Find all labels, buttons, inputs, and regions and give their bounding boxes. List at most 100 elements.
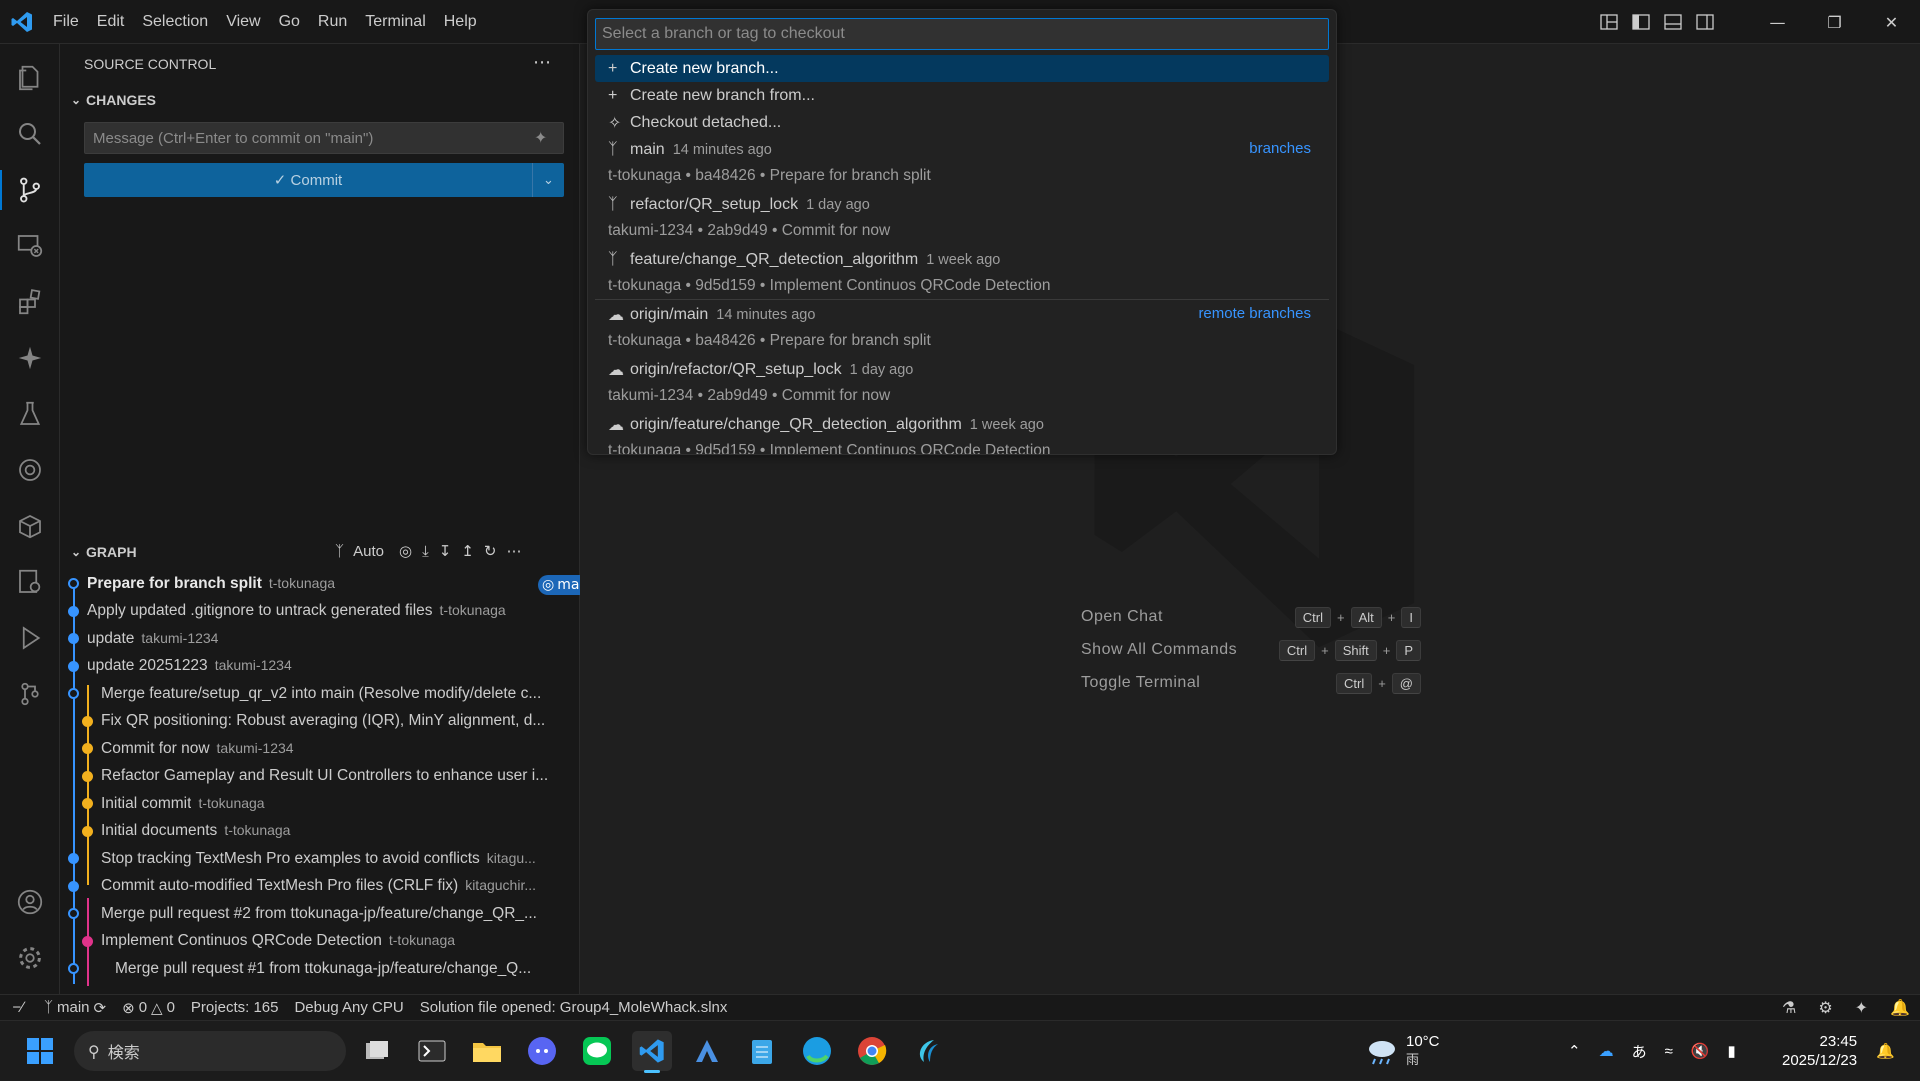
- toggle-secondary-sidebar-icon[interactable]: [1689, 6, 1721, 38]
- search-icon[interactable]: [0, 106, 60, 162]
- chrome-icon[interactable]: [852, 1031, 892, 1071]
- menu-edit[interactable]: Edit: [88, 13, 134, 31]
- shortcut-hint[interactable]: Show All Commands Ctrl + Shift + P: [1081, 638, 1421, 662]
- extensions-icon[interactable]: [0, 274, 60, 330]
- menu-file[interactable]: File: [44, 13, 88, 31]
- more-actions-icon[interactable]: ⋯: [533, 52, 551, 73]
- run-debug-icon[interactable]: [0, 610, 60, 666]
- graph-commit-row[interactable]: Merge pull request #2 from ttokunaga-jp/…: [60, 900, 580, 927]
- volume-muted-icon[interactable]: 🔇: [1691, 1042, 1710, 1060]
- graph-commit-row[interactable]: Merge feature/setup_qr_v2 into main (Res…: [60, 680, 580, 707]
- graph-commit-row[interactable]: Organize documents徳永 拓実 0723(L): [60, 983, 580, 987]
- close-icon[interactable]: ✕: [1863, 0, 1920, 44]
- graph-commit-row[interactable]: Fix QR positioning: Robust averaging (IQ…: [60, 708, 580, 735]
- refresh-icon[interactable]: ↻: [479, 542, 502, 560]
- graph-commit-row[interactable]: Merge pull request #1 from ttokunaga-jp/…: [60, 955, 580, 982]
- fetch-icon[interactable]: ⤓: [417, 543, 434, 560]
- notepad-icon[interactable]: [742, 1031, 782, 1071]
- show-hidden-icons-chevron-icon[interactable]: ⌃: [1568, 1042, 1581, 1060]
- generate-message-sparkle-icon[interactable]: ✦: [534, 128, 547, 147]
- toggle-panel-icon[interactable]: [1657, 6, 1689, 38]
- graph-commit-row[interactable]: Commit auto-modified TextMesh Pro files …: [60, 873, 580, 900]
- remote-indicator[interactable]: −∕: [0, 999, 36, 1016]
- clock[interactable]: 23:45 2025/12/23: [1782, 1021, 1857, 1081]
- notification-center-icon[interactable]: 🔔: [1876, 1021, 1895, 1081]
- branch-status[interactable]: ᛉ main ⟳: [36, 999, 114, 1017]
- graph-commit-row[interactable]: Initial documents t-tokunaga: [60, 818, 580, 845]
- source-control-icon[interactable]: [0, 162, 60, 218]
- graph-more-icon[interactable]: ⋯: [502, 542, 527, 560]
- toggle-sidebar-icon[interactable]: [1625, 6, 1657, 38]
- extension-status-icon[interactable]: ⚙: [1818, 998, 1832, 1018]
- pull-icon[interactable]: ↧: [434, 542, 457, 560]
- copilot-status-icon[interactable]: ⚗: [1782, 998, 1796, 1018]
- vscode-taskbar-icon[interactable]: [632, 1031, 672, 1073]
- graph-section-header[interactable]: ⌄ GRAPH: [66, 544, 137, 560]
- menu-selection[interactable]: Selection: [133, 13, 217, 31]
- accounts-icon[interactable]: [0, 874, 60, 930]
- app-wave-icon[interactable]: [907, 1031, 947, 1071]
- graph-commit-row[interactable]: Commit for now takumi-1234: [60, 735, 580, 762]
- package-icon[interactable]: [0, 498, 60, 554]
- openai-icon[interactable]: [0, 442, 60, 498]
- battery-icon[interactable]: ▮: [1728, 1042, 1736, 1060]
- graph-commit-row[interactable]: Prepare for branch split t-tokunaga: [60, 570, 580, 597]
- explorer-icon[interactable]: [0, 50, 60, 106]
- testing-flask-icon[interactable]: [0, 386, 60, 442]
- weather-widget[interactable]: 10°C 雨: [1366, 1021, 1440, 1081]
- discord-icon[interactable]: [522, 1031, 562, 1071]
- menu-help[interactable]: Help: [435, 13, 486, 31]
- terminal-icon[interactable]: [412, 1031, 452, 1071]
- gitlens-icon[interactable]: [0, 666, 60, 722]
- quick-pick-input[interactable]: [595, 18, 1329, 50]
- arc-launcher-icon[interactable]: [687, 1031, 727, 1071]
- restore-icon[interactable]: ❐: [1806, 0, 1863, 44]
- windows-start-icon[interactable]: [20, 1031, 60, 1071]
- branch-item[interactable]: ᛉ refactor/QR_setup_lock 1 day ago takumi-1…: [595, 191, 1329, 244]
- menu-terminal[interactable]: Terminal: [356, 13, 434, 31]
- remote-branch-item[interactable]: ☁ origin/feature/change_QR_detection_algo…: [595, 411, 1329, 455]
- graph-commit-row[interactable]: update 20251223 takumi-1234: [60, 653, 580, 680]
- create-branch-from-item[interactable]: + Create new branch from...: [595, 82, 1329, 109]
- graph-commit-row[interactable]: Stop tracking TextMesh Pro examples to a…: [60, 845, 580, 872]
- remote-explorer-icon[interactable]: [0, 218, 60, 274]
- branch-item[interactable]: ᛉ feature/change_QR_detection_algorithm 1 …: [595, 246, 1329, 299]
- commit-message-input[interactable]: [84, 122, 564, 154]
- changes-section-header[interactable]: ⌄ CHANGES: [66, 92, 156, 108]
- commit-button[interactable]: ✓ Commit ⌄: [84, 163, 564, 197]
- shortcut-hint[interactable]: Open Chat Ctrl + Alt + I: [1081, 605, 1421, 629]
- menu-run[interactable]: Run: [309, 13, 356, 31]
- menu-go[interactable]: Go: [270, 13, 309, 31]
- graph-commit-row[interactable]: Initial commit t-tokunaga: [60, 790, 580, 817]
- branch-item[interactable]: ᛉ main 14 minutes ago t-tokunaga • ba48426 …: [595, 136, 1329, 189]
- target-icon[interactable]: ◎: [394, 542, 417, 560]
- taskbar-search[interactable]: ⚲ 検索: [74, 1031, 346, 1071]
- notifications-bell-icon[interactable]: 🔔: [1890, 998, 1910, 1018]
- projects-status[interactable]: Projects: 165: [183, 999, 287, 1016]
- graph-commit-row[interactable]: Implement Continuos QRCode Detection t-to…: [60, 928, 580, 955]
- problems-status[interactable]: ⊗ 0 △ 0: [114, 999, 183, 1017]
- checkout-detached-item[interactable]: ✧ Checkout detached...: [595, 109, 1329, 136]
- onedrive-cloud-icon[interactable]: ☁: [1599, 1042, 1614, 1060]
- file-explorer-icon[interactable]: [467, 1031, 507, 1071]
- solution-explorer-icon[interactable]: [0, 554, 60, 610]
- graph-commit-row[interactable]: Refactor Gameplay and Result UI Controll…: [60, 763, 580, 790]
- graph-commit-row[interactable]: Apply updated .gitignore to untrack gene…: [60, 598, 580, 625]
- branch-auto-button[interactable]: ᛉ Auto: [330, 543, 394, 560]
- minimize-icon[interactable]: —: [1749, 0, 1806, 44]
- copilot-sparkle-icon[interactable]: ✦: [1855, 998, 1868, 1018]
- remote-branch-item[interactable]: ☁ origin/main 14 minutes ago t-tokunaga • b…: [595, 301, 1329, 354]
- edge-icon[interactable]: [797, 1031, 837, 1071]
- shortcut-hint[interactable]: Toggle Terminal Ctrl + @: [1081, 671, 1421, 695]
- line-icon[interactable]: [577, 1031, 617, 1071]
- graph-commit-row[interactable]: update takumi-1234: [60, 625, 580, 652]
- customize-layout-icon[interactable]: [1593, 6, 1625, 38]
- copilot-sparkle-icon[interactable]: [0, 330, 60, 386]
- ime-indicator[interactable]: あ: [1632, 1041, 1647, 1062]
- menu-view[interactable]: View: [217, 13, 269, 31]
- wifi-icon[interactable]: ≈: [1665, 1043, 1673, 1060]
- create-branch-item[interactable]: + Create new branch...: [595, 55, 1329, 82]
- build-config-status[interactable]: Debug Any CPU: [286, 999, 411, 1016]
- settings-gear-icon[interactable]: [0, 930, 60, 986]
- push-icon[interactable]: ↥: [456, 542, 479, 560]
